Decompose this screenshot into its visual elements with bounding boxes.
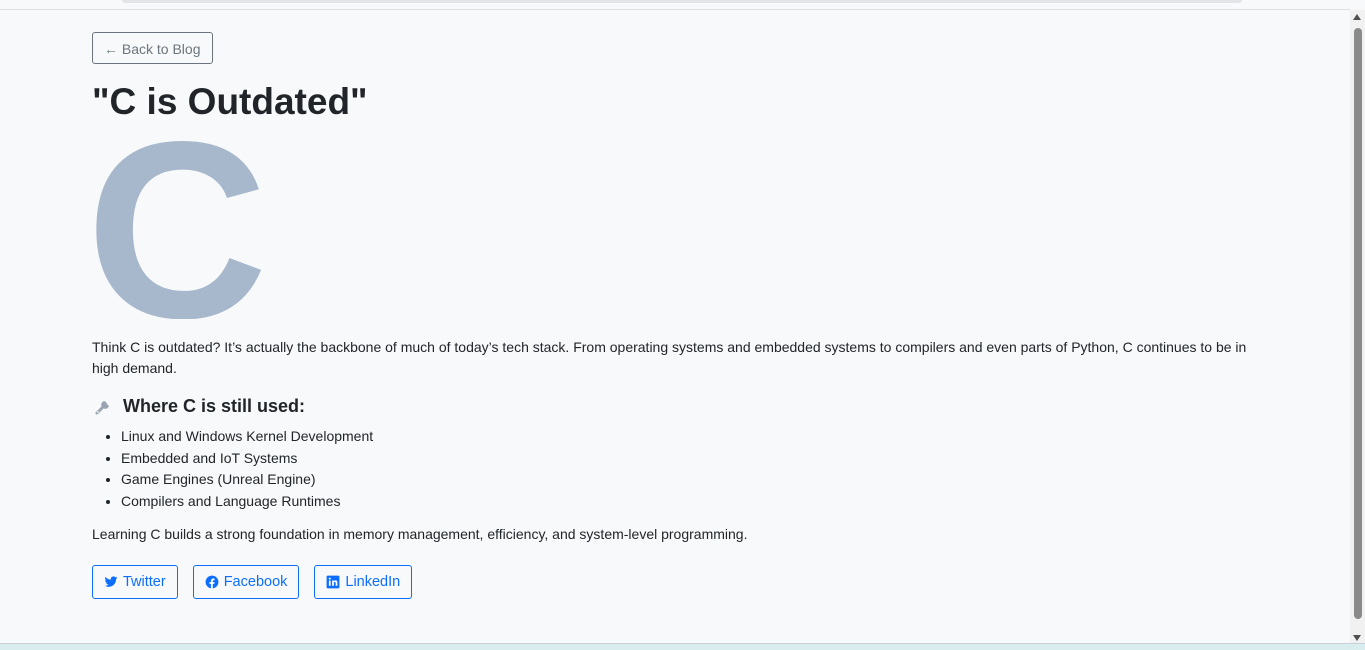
share-facebook-label: Facebook [223,574,288,590]
twitter-icon [104,576,118,587]
post-hero-image: C [92,133,272,319]
vertical-scrollbar[interactable] [1350,10,1365,643]
scrollbar-thumb[interactable] [1354,28,1362,619]
post-outro: Learning C builds a strong foundation in… [92,526,748,542]
share-buttons: Twitter Facebook LinkedIn [92,565,1262,599]
share-twitter-button[interactable]: Twitter [92,565,178,599]
wrench-icon [94,396,114,416]
facebook-icon [205,575,219,589]
scroll-up-icon[interactable] [1353,14,1361,20]
list-item: Game Engines (Unreal Engine) [121,469,1262,491]
c-language-logo: C [92,133,268,319]
section-heading-text: Where C is still used: [123,396,306,416]
blog-post: ← Back to Blog "C is Outdated" C Think C… [92,32,1262,599]
browser-top-bar [0,0,1350,10]
share-linkedin-label: LinkedIn [345,574,401,590]
post-title: "C is Outdated" [92,81,368,122]
share-linkedin-button[interactable]: LinkedIn [314,565,413,599]
linkedin-icon [326,575,340,589]
share-twitter-label: Twitter [123,574,166,590]
address-bar-edge [122,0,1242,3]
section-heading: Where C is still used: [92,394,1262,418]
scroll-down-icon[interactable] [1353,635,1361,641]
hero-letter: C [92,133,268,319]
list-item: Linux and Windows Kernel Development [121,426,1262,448]
post-intro: Think C is outdated? It’s actually the b… [92,339,1247,376]
back-to-blog-button[interactable]: ← Back to Blog [92,32,213,64]
list-item: Embedded and IoT Systems [121,448,1262,470]
share-facebook-button[interactable]: Facebook [192,565,300,599]
uses-list: Linux and Windows Kernel Development Emb… [92,426,1262,512]
list-item: Compilers and Language Runtimes [121,491,1262,513]
